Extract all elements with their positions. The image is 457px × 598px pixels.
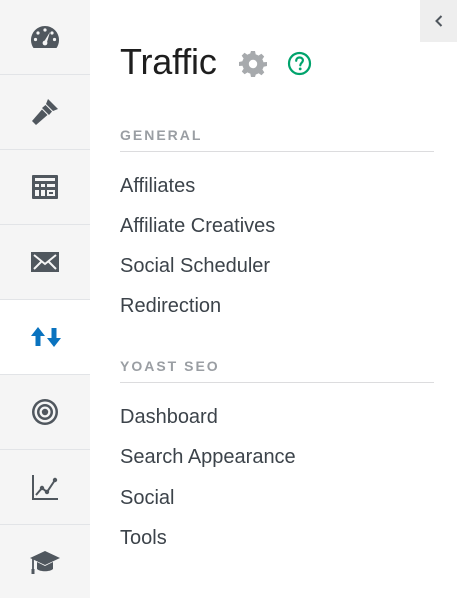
target-icon bbox=[32, 399, 58, 425]
sidebar-item-traffic[interactable] bbox=[0, 300, 90, 375]
nav-link-affiliate-creatives[interactable]: Affiliate Creatives bbox=[120, 214, 275, 238]
section-heading-yoast-seo: YOAST SEO bbox=[120, 358, 434, 383]
graduation-cap-icon bbox=[30, 551, 60, 574]
gear-icon[interactable] bbox=[239, 50, 267, 78]
sidebar-item-appearance[interactable] bbox=[0, 75, 90, 150]
nav-link-redirection[interactable]: Redirection bbox=[120, 294, 221, 318]
sidebar-item-email[interactable] bbox=[0, 225, 90, 300]
traffic-arrows-icon bbox=[31, 327, 61, 347]
title-row: Traffic bbox=[120, 40, 420, 84]
envelope-icon bbox=[31, 252, 59, 272]
line-chart-icon bbox=[32, 475, 58, 500]
section-heading-general: GENERAL bbox=[120, 127, 434, 152]
layout-grid-icon bbox=[32, 175, 58, 199]
icon-sidebar bbox=[0, 0, 90, 598]
nav-link-affiliates[interactable]: Affiliates bbox=[120, 174, 195, 198]
page-title: Traffic bbox=[120, 41, 217, 82]
sidebar-item-analytics[interactable] bbox=[0, 450, 90, 525]
nav-link-social-scheduler[interactable]: Social Scheduler bbox=[120, 254, 270, 278]
paintbrush-icon bbox=[32, 99, 58, 125]
sidebar-item-layout[interactable] bbox=[0, 150, 90, 225]
sidebar-item-dashboard[interactable] bbox=[0, 0, 90, 75]
dashboard-gauge-icon bbox=[31, 26, 59, 48]
nav-link-search-appearance[interactable]: Search Appearance bbox=[120, 445, 296, 469]
nav-link-tools[interactable]: Tools bbox=[120, 526, 167, 550]
submenu-panel: Traffic GENERAL Affiliates Affiliate Cre… bbox=[120, 0, 434, 598]
nav-link-social[interactable]: Social bbox=[120, 486, 174, 510]
sidebar-item-goals[interactable] bbox=[0, 375, 90, 450]
help-circle-icon[interactable] bbox=[287, 51, 312, 76]
sidebar-item-learning[interactable] bbox=[0, 525, 90, 598]
nav-link-dashboard[interactable]: Dashboard bbox=[120, 405, 218, 429]
